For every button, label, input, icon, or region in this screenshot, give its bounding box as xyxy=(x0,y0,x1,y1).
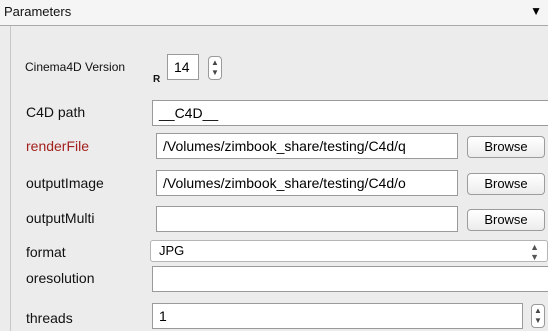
select-arrows-icon: ▲ ▼ xyxy=(530,242,539,262)
panel-title: Parameters xyxy=(4,4,72,19)
oresolution-field[interactable] xyxy=(152,266,548,292)
version-prefix-label: R xyxy=(153,74,161,85)
render-file-browse-button[interactable]: Browse xyxy=(467,136,545,158)
parameters-header[interactable]: Parameters ▼ xyxy=(0,0,548,26)
format-selected-value: JPG xyxy=(159,243,185,258)
output-multi-browse-button[interactable]: Browse xyxy=(467,209,545,231)
output-image-label: outputImage xyxy=(26,175,104,191)
parameters-panel: Cinema4D Version R 14 ▲ ▼ C4D path __C4D_… xyxy=(10,26,548,331)
c4d-path-field[interactable]: __C4D__ xyxy=(152,100,548,126)
render-file-field[interactable]: /Volumes/zimbook_share/testing/C4d/q xyxy=(156,133,458,159)
output-multi-label: outputMulti xyxy=(26,210,95,226)
oresolution-label: oresolution xyxy=(26,270,95,286)
collapse-triangle-icon[interactable]: ▼ xyxy=(530,4,542,18)
c4d-path-label: C4D path xyxy=(26,104,86,120)
threads-stepper[interactable]: ▲ ▼ xyxy=(531,304,545,328)
render-file-label: renderFile xyxy=(26,138,90,154)
threads-field[interactable]: 1 xyxy=(152,303,523,329)
format-select[interactable]: JPG ▲ ▼ xyxy=(150,240,548,262)
output-multi-field[interactable] xyxy=(156,206,458,232)
format-label: format xyxy=(26,244,66,260)
cinema4d-version-label: Cinema4D Version xyxy=(25,60,126,74)
version-stepper[interactable]: ▲ ▼ xyxy=(208,56,222,80)
threads-label: threads xyxy=(26,310,73,326)
version-field[interactable]: 14 xyxy=(167,54,199,80)
output-image-browse-button[interactable]: Browse xyxy=(467,173,545,195)
output-image-field[interactable]: /Volumes/zimbook_share/testing/C4d/o xyxy=(156,170,458,196)
